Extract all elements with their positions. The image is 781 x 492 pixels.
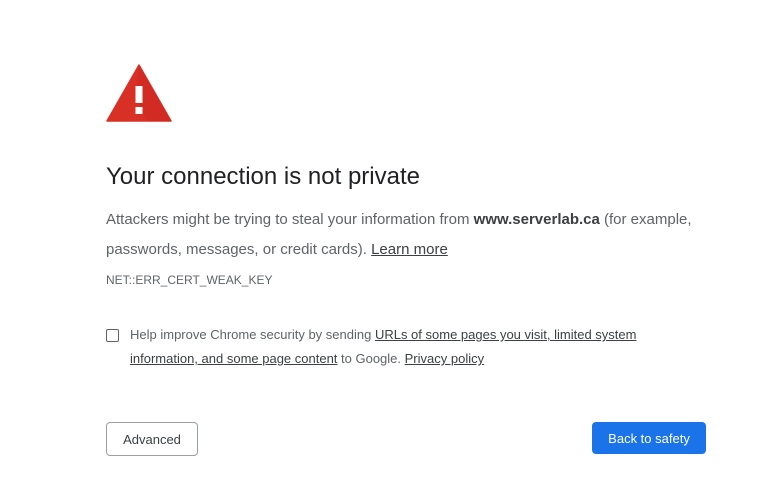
privacy-policy-link[interactable]: Privacy policy [405,351,484,366]
main-message: Attackers might be trying to steal your … [106,205,706,265]
learn-more-link[interactable]: Learn more [371,241,448,258]
site-domain: www.serverlab.ca [473,211,600,228]
message-text-before: Attackers might be trying to steal your … [106,211,474,228]
optin-text-middle: to Google. [337,351,405,366]
page-title: Your connection is not private [106,163,420,190]
interstitial-page: Your connection is not private Attackers… [0,0,781,492]
optin-text: Help improve Chrome security by sending … [130,323,670,371]
back-to-safety-button[interactable]: Back to safety [592,422,706,454]
improve-security-checkbox[interactable] [106,329,119,342]
error-code: NET::ERR_CERT_WEAK_KEY [106,273,273,287]
warning-triangle-icon [106,64,172,122]
optin-text-before: Help improve Chrome security by sending [130,327,375,342]
advanced-button[interactable]: Advanced [106,422,198,456]
